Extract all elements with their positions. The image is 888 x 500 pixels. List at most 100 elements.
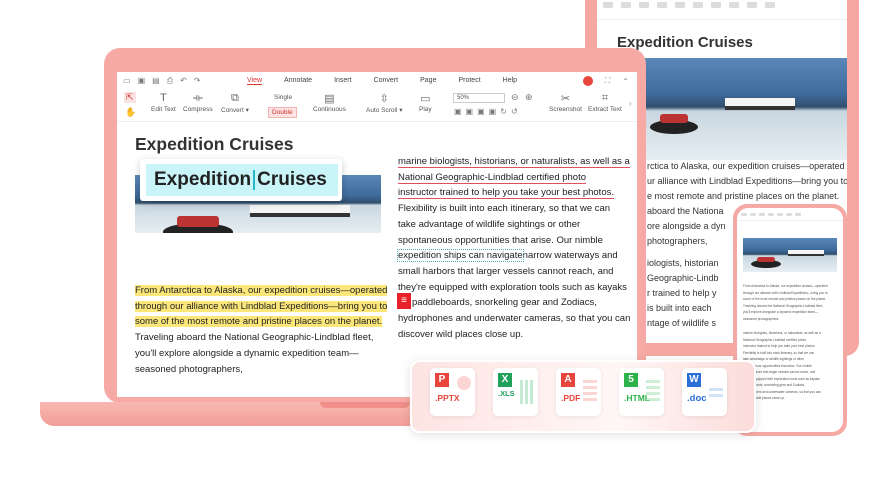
text-line: rctica to Alaska, our expedition cruises… bbox=[647, 161, 845, 171]
export-formats-card: P .PPTX X .XLS A .PDF 5 .HTML W .doc bbox=[410, 360, 756, 433]
save-icon[interactable]: ▣ bbox=[138, 76, 146, 86]
format-pdf[interactable]: A .PDF bbox=[556, 368, 601, 416]
label: Edit Text bbox=[151, 106, 176, 113]
save-as-icon[interactable]: ▤ bbox=[152, 76, 160, 86]
text-line: e most remote and pristine places on the… bbox=[647, 191, 840, 201]
text-line: some of the most remote and pristine pla… bbox=[743, 297, 826, 301]
pie-chart-icon bbox=[457, 376, 471, 390]
screenshot-button[interactable]: ✂ Screenshot bbox=[549, 92, 582, 113]
text-line: spontaneous opportunities that arise. Ou… bbox=[398, 234, 603, 246]
word-icon: W bbox=[687, 373, 701, 387]
auto-scroll-button[interactable]: ⇳ Auto Scroll ▾ bbox=[366, 92, 403, 114]
label: Play bbox=[419, 106, 432, 113]
lines-icon bbox=[583, 380, 597, 404]
powerpoint-icon: P bbox=[435, 373, 449, 387]
hand-tool-icon[interactable]: ✋ bbox=[125, 107, 136, 118]
text-line: From Antarctica to Alaska, our expeditio… bbox=[743, 284, 828, 288]
format-doc[interactable]: W .doc bbox=[682, 368, 727, 416]
text-line: Flexibility is built into each itinerary… bbox=[398, 203, 611, 215]
text-line: small harbors that larger vessels cannot… bbox=[398, 265, 614, 277]
label: Continuous bbox=[313, 106, 346, 113]
text-line: take advantage of wildlife sightings or … bbox=[398, 218, 581, 230]
single-page-button[interactable]: Single bbox=[271, 93, 295, 102]
tablet-toolbar bbox=[597, 0, 847, 20]
text-line: discover wild places close up. bbox=[398, 328, 524, 340]
collapse-icon[interactable]: ⌃ bbox=[622, 77, 629, 86]
highlighted-line: From Antarctica to Alaska, our expeditio… bbox=[135, 285, 388, 296]
print-icon[interactable]: ⎙ bbox=[167, 76, 173, 86]
tablet-cruise-photo bbox=[645, 58, 847, 160]
underlined-line: National Geographic-Lindblad certified p… bbox=[398, 171, 587, 184]
fit-view-icons[interactable]: ▣▣▣▣↻↺ bbox=[454, 107, 522, 116]
doc-title: Expedition Cruises bbox=[135, 134, 294, 154]
text-line: paddleboards, snorkeling gear and Zodiac… bbox=[412, 297, 597, 309]
format-xls[interactable]: X .XLS bbox=[493, 368, 538, 416]
edit-text-icon: T bbox=[160, 92, 167, 104]
zoom-out-icon[interactable]: ⊖ bbox=[511, 92, 519, 103]
label: Extract Text bbox=[588, 106, 622, 113]
text-line: seasoned photographers, bbox=[135, 363, 243, 375]
selected-text[interactable]: expedition ships can navigate bbox=[397, 249, 524, 263]
bar-chart-icon bbox=[520, 380, 534, 404]
zoom-in-icon[interactable]: ⊕ bbox=[525, 92, 533, 103]
chevron-right-icon[interactable]: › bbox=[629, 99, 632, 108]
text-line: Traveling aboard the National Geographic… bbox=[135, 332, 374, 344]
text-cursor bbox=[253, 169, 256, 190]
phone-cruise-photo bbox=[743, 238, 837, 272]
text-line: narrow waterways and bbox=[522, 250, 618, 262]
pdf-icon: A bbox=[561, 373, 575, 387]
underlined-line: instructor trained to help you take your… bbox=[398, 187, 614, 200]
highlighted-line: through our alliance with Lindblad Exped… bbox=[135, 300, 388, 312]
extract-text-button[interactable]: ⌗ Extract Text bbox=[588, 92, 622, 113]
format-html[interactable]: 5 .HTML bbox=[619, 368, 664, 416]
label: Convert ▾ bbox=[221, 107, 249, 114]
label: Auto Scroll ▾ bbox=[366, 107, 403, 114]
tab-convert[interactable]: Convert bbox=[374, 77, 399, 85]
tab-view[interactable]: View bbox=[247, 77, 263, 85]
avatar[interactable] bbox=[582, 76, 593, 86]
text-line: discover wild places close up. bbox=[743, 396, 785, 400]
tab-protect[interactable]: Protect bbox=[458, 77, 480, 85]
format-label: .XLS bbox=[498, 389, 515, 398]
compress-button[interactable]: ⟛ Compress bbox=[183, 92, 213, 113]
redo-icon[interactable]: ↷ bbox=[194, 76, 201, 86]
left-column-text: From Antarctica to Alaska, our expeditio… bbox=[135, 283, 388, 377]
convert-button[interactable]: ⧉ Convert ▾ bbox=[221, 92, 249, 114]
continuous-button[interactable]: ▤ Continuous bbox=[313, 92, 346, 113]
convert-icon: ⧉ bbox=[230, 92, 239, 104]
comment-note-icon[interactable]: ≡ bbox=[397, 293, 411, 309]
zoom-select[interactable]: 50% bbox=[453, 93, 505, 103]
underlined-line: marine biologists, historians, or natura… bbox=[398, 156, 630, 168]
text-line: they're equipped with exploration tools … bbox=[398, 281, 627, 293]
tablet-doc-title: Expedition Cruises bbox=[617, 34, 753, 51]
label: Screenshot bbox=[549, 106, 582, 113]
play-button[interactable]: ▭ Play bbox=[419, 92, 432, 113]
tab-annotate[interactable]: Annotate bbox=[284, 77, 312, 85]
edit-text-box[interactable]: Expedition Cruises bbox=[140, 159, 342, 201]
edit-text-button[interactable]: T Edit Text bbox=[151, 92, 176, 113]
text-line: hydrophones and underwater cameras, so t… bbox=[398, 313, 631, 325]
open-folder-icon[interactable]: ▭ bbox=[123, 76, 131, 86]
tab-page[interactable]: Page bbox=[420, 77, 436, 85]
compress-icon: ⟛ bbox=[192, 92, 203, 104]
tab-help[interactable]: Help bbox=[503, 77, 517, 85]
screenshot-icon: ✂ bbox=[560, 93, 571, 105]
overlay-word: Expedition bbox=[154, 169, 252, 190]
double-page-button[interactable]: Double bbox=[268, 107, 297, 118]
select-cursor-icon[interactable]: ⇱ bbox=[124, 92, 136, 103]
continuous-icon: ▤ bbox=[324, 93, 335, 105]
lines-icon bbox=[646, 380, 660, 404]
format-label: .PPTX bbox=[435, 393, 460, 403]
label: Compress bbox=[183, 106, 213, 113]
phone-toolbar bbox=[737, 211, 843, 221]
undo-icon[interactable]: ↶ bbox=[180, 76, 187, 86]
toolbar: ⇱ ✋ T Edit Text ⟛ Compress ⧉ Convert ▾ Sing… bbox=[117, 90, 637, 122]
excel-icon: X bbox=[498, 373, 512, 387]
play-icon: ▭ bbox=[420, 93, 431, 105]
format-pptx[interactable]: P .PPTX bbox=[430, 368, 475, 416]
tab-insert[interactable]: Insert bbox=[334, 77, 352, 85]
auto-scroll-icon: ⇳ bbox=[379, 93, 389, 105]
right-column-text: marine biologists, historians, or natura… bbox=[397, 154, 631, 342]
fullscreen-icon[interactable]: ⛶ bbox=[605, 76, 611, 86]
app-window: ▭ ▣ ▤ ⎙ ↶ ↷ View Annotate Insert Convert… bbox=[117, 72, 637, 397]
